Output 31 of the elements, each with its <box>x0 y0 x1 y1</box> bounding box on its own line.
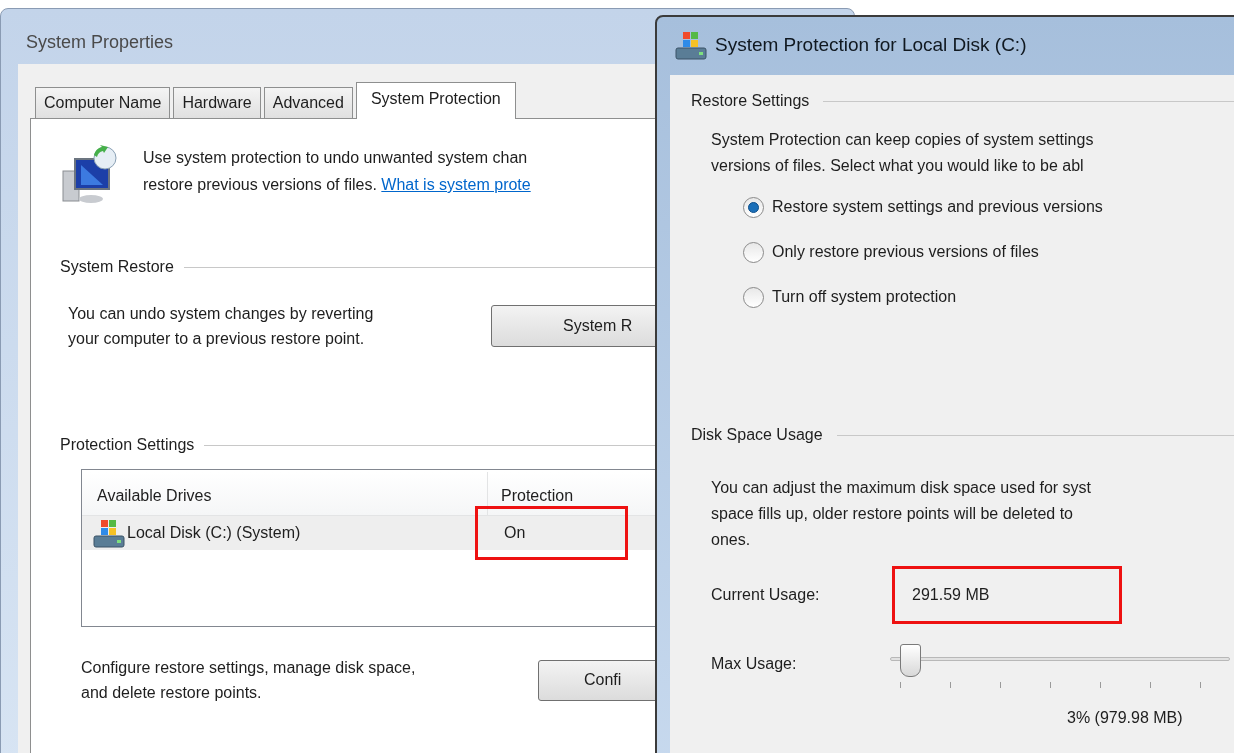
radio-button[interactable] <box>743 241 764 263</box>
group-heading: Restore Settings <box>691 91 811 111</box>
radio-option[interactable]: Only restore previous versions of files <box>743 240 1234 264</box>
configure-text: Configure restore settings, manage disk space, and delete restore points. <box>81 658 417 703</box>
max-usage-slider[interactable] <box>890 644 1230 688</box>
window-title: System Properties <box>26 32 174 52</box>
current-usage-label: Current Usage: <box>711 585 821 605</box>
group-heading: System Restore <box>60 257 175 277</box>
restore-settings-text: System Protection can keep copies of system settings versions of files. Select what you would like to be abl <box>711 130 1095 176</box>
drive-icon <box>675 30 707 60</box>
group-heading: Disk Space Usage <box>691 425 824 445</box>
radio-option[interactable]: Restore system settings and previous versions <box>743 195 1234 219</box>
tab[interactable]: Advanced <box>263 87 353 118</box>
drive-icon <box>93 518 125 548</box>
help-link[interactable]: What is system prote <box>381 176 531 193</box>
max-usage-label: Max Usage: <box>711 654 798 674</box>
protection-status: On <box>475 506 629 560</box>
window-title: System Protection for Local Disk (C:) <box>715 32 1027 57</box>
drive-name: Local Disk (C:) (System) <box>127 523 301 543</box>
radio-option[interactable]: Turn off system protection <box>743 285 1234 309</box>
tab[interactable]: Computer Name <box>35 87 171 118</box>
tab[interactable]: System Protection <box>355 82 516 119</box>
max-usage-reading: 3% (979.98 MB) <box>1067 709 1183 726</box>
system-restore-text: You can undo system changes by reverting your computer to a previous restore point. <box>68 304 375 349</box>
radio-button[interactable] <box>743 196 764 218</box>
current-usage-value: 291.59 MB <box>892 566 1123 624</box>
column-header[interactable]: Available Drives <box>82 472 488 515</box>
group-heading: Protection Settings <box>60 435 196 455</box>
radio-button[interactable] <box>743 286 764 308</box>
intro-text: Use system protection to undo unwanted system chan restore previous versions of files. What is system prote <box>143 148 531 195</box>
tab[interactable]: Hardware <box>173 87 261 118</box>
